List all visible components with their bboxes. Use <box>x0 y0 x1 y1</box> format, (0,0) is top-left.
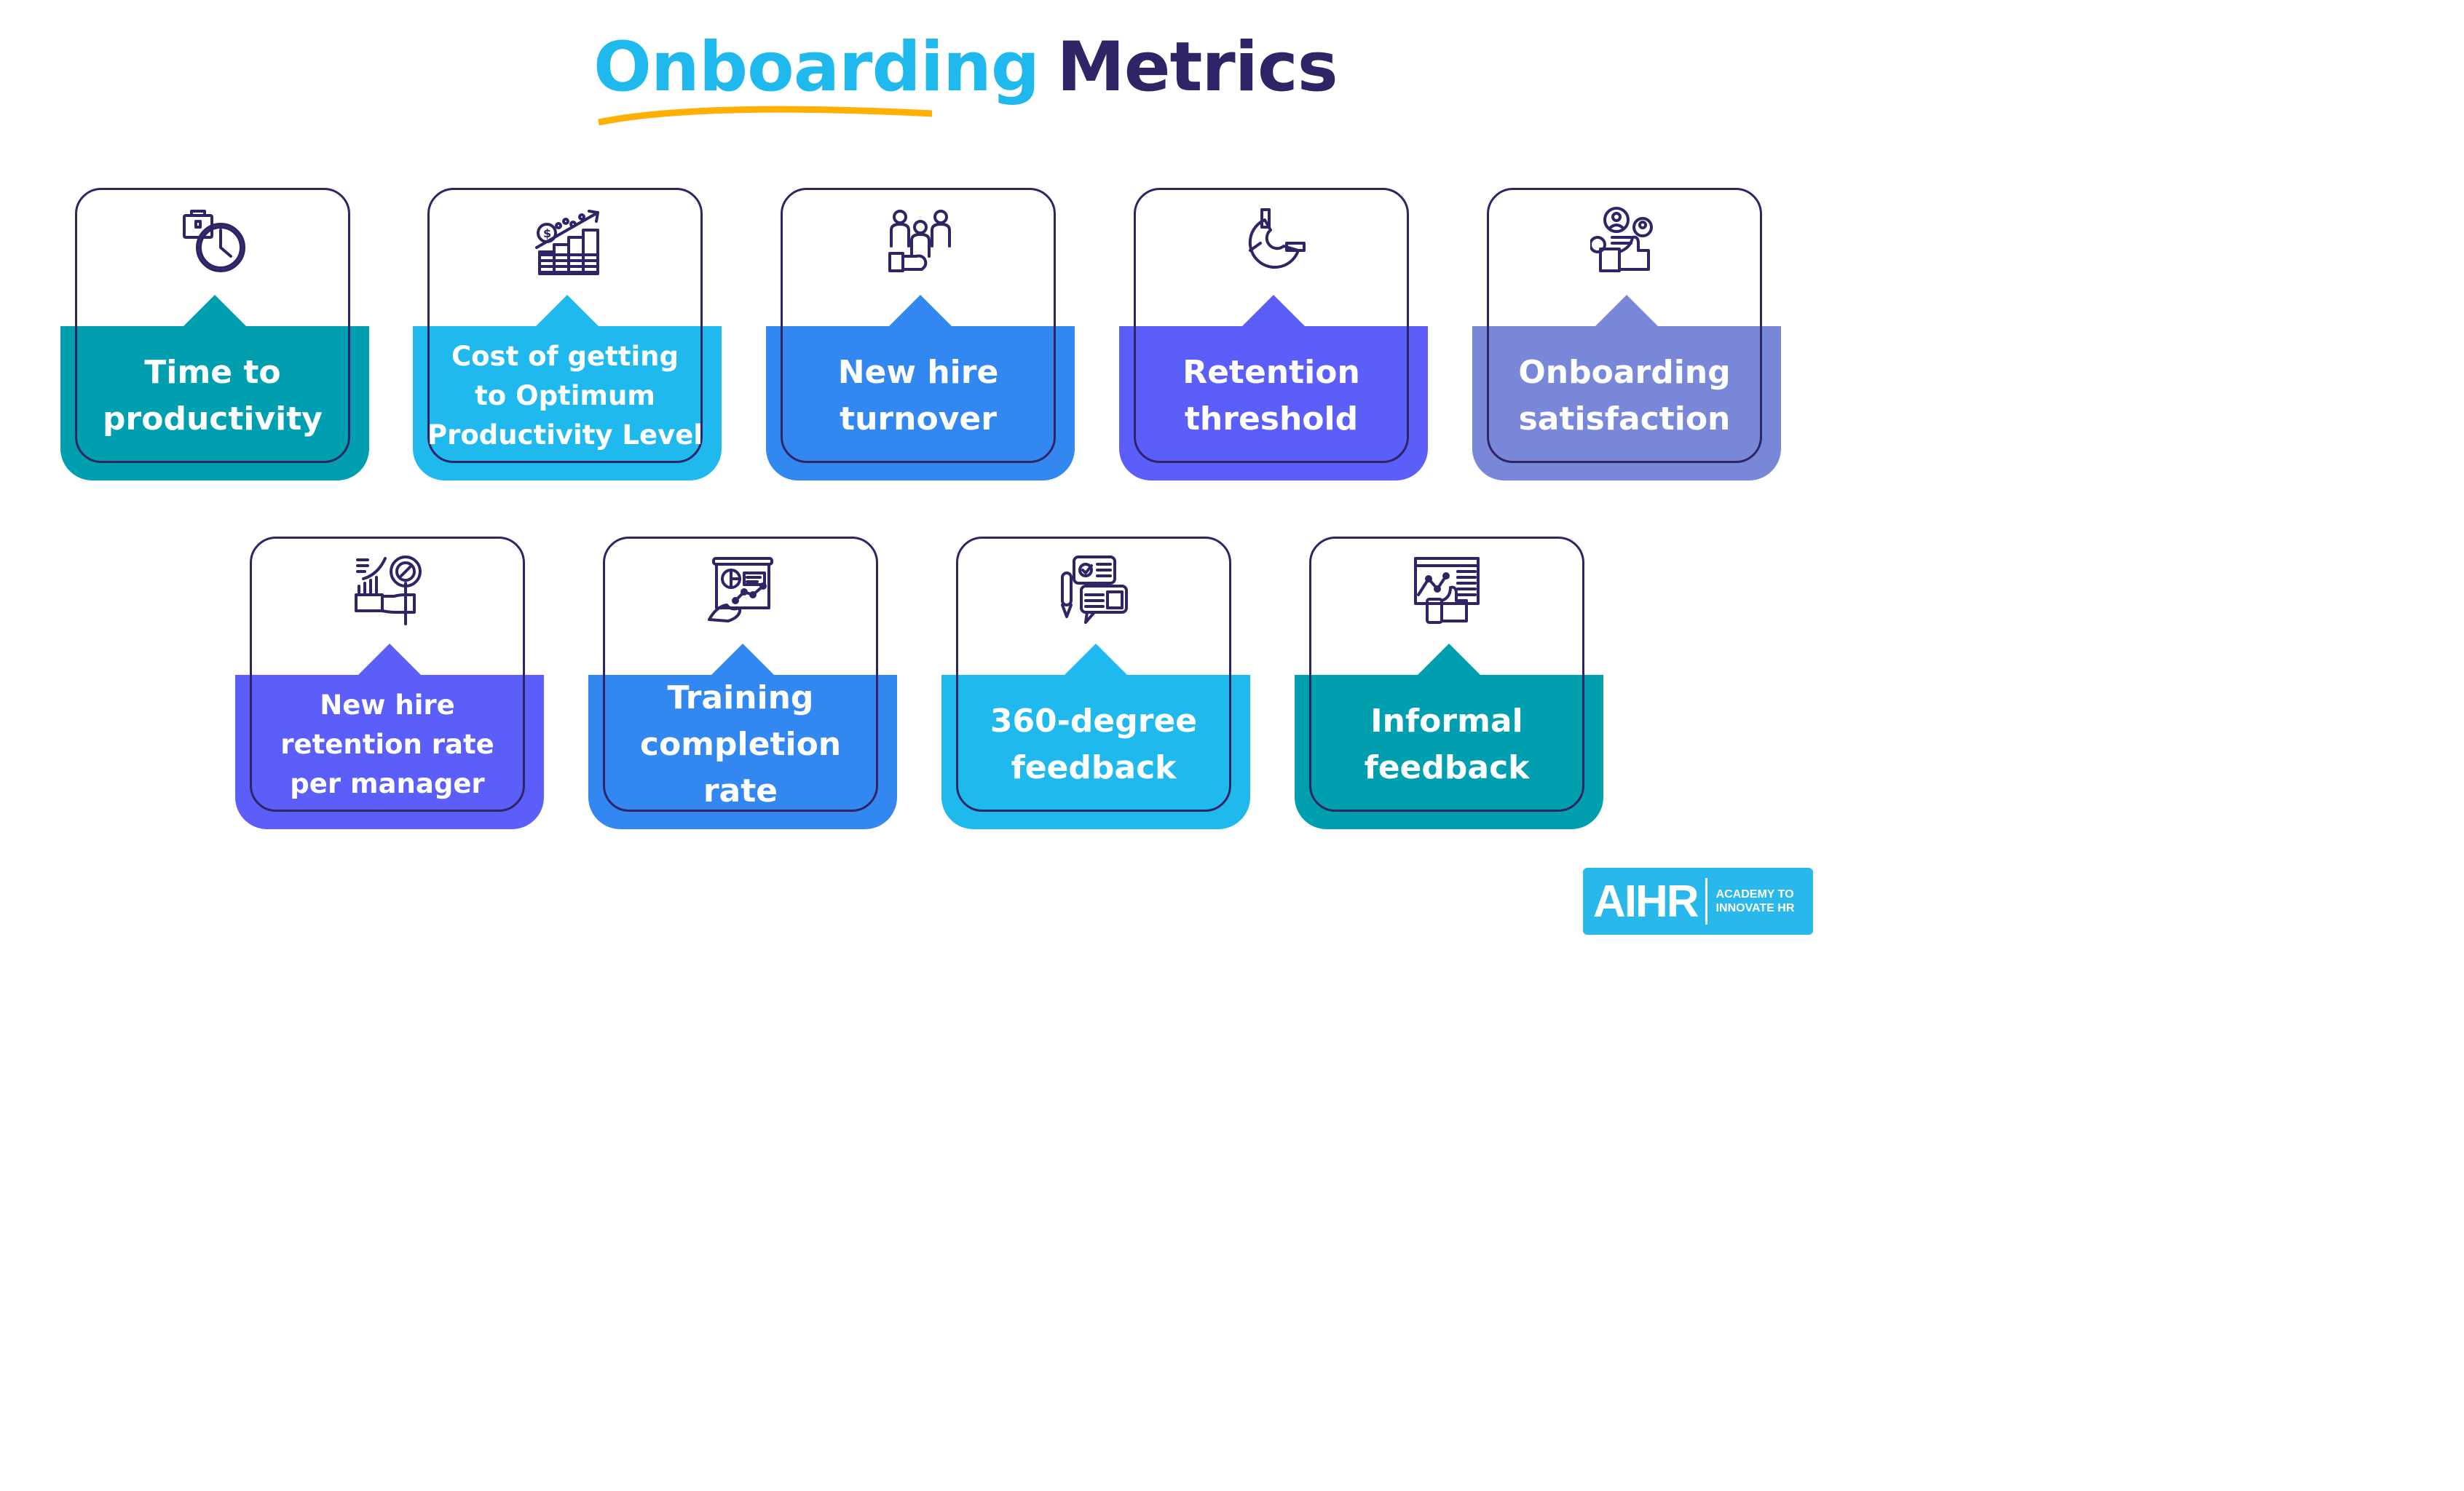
card-label-line: retention rate <box>280 729 494 760</box>
logo-divider <box>1705 878 1707 925</box>
card-label-line: Cost of getting <box>451 341 679 372</box>
card-label-line: per manager <box>290 768 485 799</box>
logo-tagline-line-1: ACADEMY TO <box>1715 888 1794 901</box>
dashboard-thumbs-up-icon <box>1414 557 1480 624</box>
feedback-chat-icon <box>1061 555 1128 624</box>
card-label: Informal feedback <box>1309 679 1584 810</box>
card-label-line: 360-degree <box>990 703 1198 740</box>
card-label-line: Informal <box>1370 703 1523 740</box>
metric-card: Retention threshold <box>1119 188 1428 480</box>
metric-card: 360-degree feedback <box>941 537 1250 829</box>
card-label: Cost of getting to Optimum Productivity Le… <box>427 331 703 462</box>
card-label-line: New hire <box>837 354 999 391</box>
card-label-line: Time to <box>144 354 281 391</box>
briefcase-clock-icon <box>183 210 245 272</box>
card-label-line: New hire <box>320 689 455 721</box>
metric-card: Informal feedback <box>1295 537 1603 829</box>
aihr-logo: AIHR ACADEMY TO INNOVATE HR <box>1583 868 1813 935</box>
card-label-line: Retention <box>1182 354 1360 391</box>
magnet-icon <box>1248 208 1306 269</box>
card-label-line: Productivity Level <box>427 419 703 451</box>
metric-card: $ Cost of getting to Optimum Productivity L… <box>413 188 722 480</box>
card-label: Retention threshold <box>1134 331 1409 462</box>
card-label-line: turnover <box>840 400 997 438</box>
card-label-line: Onboarding <box>1518 354 1731 391</box>
hand-gauge-icon <box>355 555 422 625</box>
metric-card: Training completion rate <box>588 537 897 829</box>
metric-card: Time to productivity <box>60 188 369 480</box>
page-title: Onboarding Metrics <box>593 28 1338 107</box>
title-onboarding: Onboarding <box>593 28 1040 107</box>
logo-tagline: ACADEMY TO INNOVATE HR <box>1716 887 1795 915</box>
logo-mark: AIHR <box>1593 876 1699 927</box>
card-label-line: satisfaction <box>1518 400 1731 438</box>
people-handshake-icon <box>888 210 951 272</box>
metric-card: Onboarding satisfaction <box>1472 188 1781 480</box>
money-growth-icon: $ <box>535 210 599 275</box>
card-label: New hire turnover <box>781 331 1056 462</box>
card-label-line: to Optimum <box>475 380 655 411</box>
logo-tagline-line-2: INNOVATE HR <box>1715 902 1795 914</box>
card-label: 360-degree feedback <box>956 679 1231 810</box>
card-label-line: feedback <box>1011 749 1177 786</box>
metric-card: New hire turnover <box>766 188 1075 480</box>
card-label-line: completion rate <box>639 726 842 810</box>
card-label-line: feedback <box>1364 749 1530 786</box>
title-metrics: Metrics <box>1057 28 1338 107</box>
users-thumbs-up-icon <box>1590 207 1653 272</box>
presentation-chart-icon <box>708 557 773 622</box>
card-label: Onboarding satisfaction <box>1487 331 1762 462</box>
title-underline <box>598 106 933 126</box>
card-label-line: threshold <box>1184 400 1359 438</box>
metric-card: New hire retention rate per manager <box>235 537 544 829</box>
card-label: Time to productivity <box>75 331 350 462</box>
card-label-line: Training <box>667 679 814 716</box>
card-label: Training completion rate <box>603 679 878 810</box>
card-label-line: productivity <box>103 400 323 438</box>
card-label: New hire retention rate per manager <box>250 679 525 810</box>
